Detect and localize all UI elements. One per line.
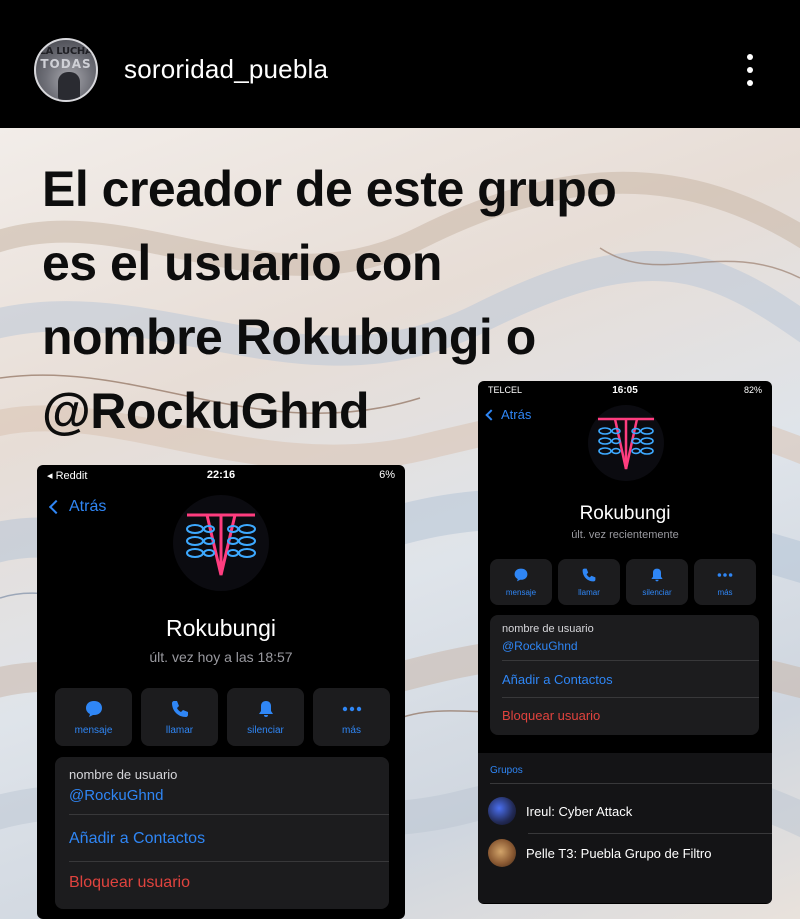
add-to-contacts[interactable]: Añadir a Contactos: [502, 672, 771, 687]
divider: [502, 697, 759, 698]
profile-photo[interactable]: [173, 495, 269, 591]
avatar-logo-text-bottom: TODAS: [40, 57, 92, 71]
call-label: llamar: [165, 725, 194, 736]
back-label: Atrás: [69, 498, 107, 515]
phone-icon: [171, 701, 188, 717]
eva-logo-icon: [186, 513, 256, 576]
profile-username[interactable]: sororidad_puebla: [124, 54, 328, 85]
more-label: más: [342, 725, 361, 736]
block-user[interactable]: Bloquear usuario: [69, 874, 403, 892]
info-card: nombre de usuario @RockuGhnd Añadir a Co…: [490, 615, 759, 735]
headline-line-1: El creador de este grupo: [42, 161, 617, 217]
headline-line-2: es el usuario con: [42, 235, 442, 291]
contact-name: Rokubungi: [166, 615, 276, 641]
mute-label: silenciar: [247, 725, 284, 736]
status-bar: ◂ Reddit 22:16 6%: [37, 465, 405, 485]
bell-icon: [651, 568, 663, 582]
groups-section: Grupos Ireul: Cyber Attack Pelle T3: Pue…: [478, 753, 772, 903]
more-icon: [717, 573, 733, 577]
profile-photo[interactable]: [588, 405, 664, 481]
back-label: Atrás: [501, 407, 532, 422]
divider: [69, 814, 389, 815]
profile-avatar[interactable]: LA LUCHA TODAS: [34, 38, 98, 102]
divider: [528, 833, 772, 834]
avatar-figure: [58, 72, 80, 100]
post-header: LA LUCHA TODAS sororidad_puebla: [0, 0, 800, 128]
action-buttons: mensaje llamar silenciar más: [55, 688, 390, 746]
groups-title: Grupos: [490, 765, 523, 776]
group-item[interactable]: Ireul: Cyber Attack: [488, 795, 632, 827]
last-seen: últ. vez recientemente: [571, 529, 679, 541]
phone-icon: [582, 568, 596, 582]
group-avatar: [488, 839, 516, 867]
group-avatar: [488, 797, 516, 825]
headline-line-3: nombre Rokubungi o: [42, 309, 536, 365]
more-options-icon[interactable]: [740, 50, 760, 90]
username-label: nombre de usuario: [69, 767, 178, 782]
message-button[interactable]: mensaje: [55, 688, 132, 746]
divider: [502, 660, 759, 661]
group-name: Pelle T3: Puebla Grupo de Filtro: [526, 845, 712, 861]
back-button[interactable]: Atrás: [484, 407, 531, 422]
username-value[interactable]: @RockuGhnd: [69, 787, 403, 804]
back-button[interactable]: Atrás: [47, 498, 106, 516]
divider: [69, 861, 389, 862]
contact-name: Rokubungi: [579, 503, 671, 524]
status-battery: 6%: [379, 469, 395, 481]
group-item[interactable]: Pelle T3: Puebla Grupo de Filtro: [488, 837, 711, 869]
chevron-left-icon: [48, 499, 64, 515]
more-button[interactable]: más: [694, 559, 756, 605]
action-buttons: mensaje llamar silenciar más: [490, 559, 756, 605]
last-seen: últ. vez hoy a las 18:57: [149, 649, 293, 665]
status-bar: TELCEL 16:05 82%: [478, 381, 772, 401]
call-button[interactable]: llamar: [558, 559, 620, 605]
message-label: mensaje: [505, 588, 537, 597]
message-label: mensaje: [74, 725, 113, 736]
post-image: El creador de este grupo es el usuario c…: [0, 128, 800, 919]
more-icon: [342, 706, 361, 712]
chat-bubble-icon: [85, 701, 102, 717]
more-button[interactable]: más: [313, 688, 390, 746]
add-to-contacts[interactable]: Añadir a Contactos: [69, 830, 403, 848]
call-label: llamar: [578, 588, 600, 597]
telegram-profile-screen-left: ◂ Reddit 22:16 6% Atrás Rokubungi últ. v…: [37, 465, 405, 919]
telegram-profile-screen-right: TELCEL 16:05 82% Atrás Rokubungi últ. ve…: [478, 381, 772, 904]
block-user[interactable]: Bloquear usuario: [502, 708, 771, 723]
info-card: nombre de usuario @RockuGhnd Añadir a Co…: [55, 757, 389, 909]
eva-logo-icon: [598, 417, 654, 470]
avatar-logo-text-top: LA LUCHA: [39, 46, 93, 57]
chat-bubble-icon: [514, 568, 528, 582]
mute-button[interactable]: silenciar: [626, 559, 688, 605]
status-battery: 82%: [743, 385, 762, 395]
mute-label: silenciar: [642, 588, 672, 597]
bell-icon: [258, 701, 273, 717]
divider: [490, 783, 772, 784]
status-time: 22:16: [206, 469, 236, 481]
group-name: Ireul: Cyber Attack: [526, 803, 633, 819]
chevron-left-icon: [485, 408, 497, 421]
call-button[interactable]: llamar: [141, 688, 218, 746]
more-label: más: [717, 588, 733, 597]
message-button[interactable]: mensaje: [490, 559, 552, 605]
status-time: 16:05: [612, 385, 638, 396]
username-value[interactable]: @RockuGhnd: [502, 639, 771, 653]
username-label: nombre de usuario: [502, 623, 594, 635]
mute-button[interactable]: silenciar: [227, 688, 304, 746]
